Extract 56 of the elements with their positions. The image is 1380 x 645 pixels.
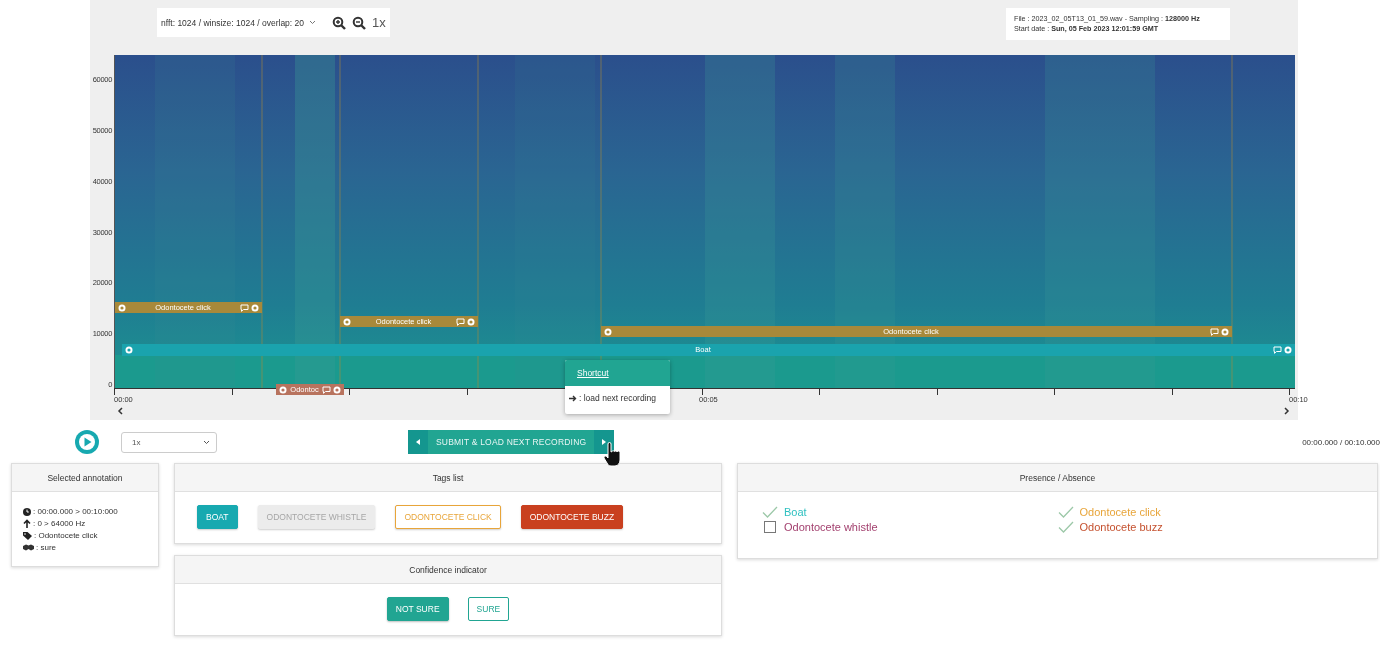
annotation-detail: : 0 > 64000 Hz <box>33 519 86 528</box>
tag-button[interactable]: BOAT <box>197 505 238 529</box>
scroll-right-icon[interactable] <box>1284 407 1290 415</box>
play-button[interactable] <box>74 429 100 455</box>
presence-label: Odontocete click <box>1079 506 1161 518</box>
annotation-detail: : sure <box>36 543 56 552</box>
arrow-right-icon <box>569 394 577 402</box>
chevron-icon[interactable] <box>203 439 210 445</box>
zoom-level: 1x <box>372 15 386 30</box>
handle-icon[interactable] <box>1284 346 1292 354</box>
checkmark-icon[interactable] <box>1057 506 1074 518</box>
handle-icon[interactable] <box>343 317 351 326</box>
confidence-button[interactable]: NOT SURE <box>386 597 449 621</box>
arrow-up-icon <box>23 519 31 528</box>
fft-settings-select[interactable]: nfft: 1024 / winsize: 1024 / overlap: 20 <box>161 17 317 28</box>
handle-icon[interactable] <box>279 385 287 394</box>
annotation-detail: : Odontocete click <box>34 531 98 540</box>
time-display: 00:00.000 / 00:10.000 <box>1302 437 1380 447</box>
submit-button[interactable]: SUBMIT & LOAD NEXT RECORDING <box>428 430 595 454</box>
checkmark-icon[interactable] <box>762 506 778 518</box>
zoom-out-icon[interactable] <box>352 15 367 30</box>
tooltip-title: Shortcut <box>577 368 609 378</box>
handle-icon[interactable] <box>467 317 475 326</box>
confidence-button[interactable]: SURE <box>467 597 510 621</box>
presence-label: Odontocete whistle <box>784 521 878 533</box>
tag-button[interactable]: ODONTOCETE CLICK <box>395 505 501 529</box>
tag-icon <box>23 531 32 540</box>
panel-title: Confidence indicator <box>409 564 487 575</box>
tag-button[interactable]: ODONTOCETE BUZZ <box>520 505 624 529</box>
panel-title: Presence / Absence <box>1019 472 1096 483</box>
handle-icon[interactable] <box>1221 327 1229 336</box>
panel-title: Selected annotation <box>47 472 123 483</box>
presence-label: Odontocete buzz <box>1079 521 1163 533</box>
handle-icon[interactable] <box>118 303 126 312</box>
checkbox[interactable] <box>762 521 778 533</box>
handle-icon[interactable] <box>333 385 341 394</box>
clock-icon <box>23 507 31 516</box>
comment-icon[interactable] <box>1210 327 1219 336</box>
tag-button[interactable]: ODONTOCETE WHISTLE <box>257 505 376 529</box>
zoom-in-icon[interactable] <box>332 15 347 30</box>
shortcut-text: : load next recording <box>579 393 657 403</box>
handle-icon[interactable] <box>604 327 612 336</box>
chevron-icon[interactable] <box>309 20 317 25</box>
checkmark-icon[interactable] <box>1057 521 1074 533</box>
speed-select[interactable]: 1x <box>121 431 217 453</box>
comment-icon[interactable] <box>322 385 331 394</box>
presence-label: Boat <box>784 506 807 518</box>
scroll-left-icon[interactable] <box>117 407 123 415</box>
handle-icon[interactable] <box>125 346 133 354</box>
comment-icon[interactable] <box>240 303 249 312</box>
comment-icon[interactable] <box>1273 346 1282 354</box>
previous-button[interactable] <box>408 430 428 454</box>
handle-icon[interactable] <box>251 303 259 312</box>
panel-title: Tags list <box>432 472 464 483</box>
comment-icon[interactable] <box>456 317 465 326</box>
annotation-detail: : 00:00.000 > 00:10:000 <box>33 507 118 516</box>
